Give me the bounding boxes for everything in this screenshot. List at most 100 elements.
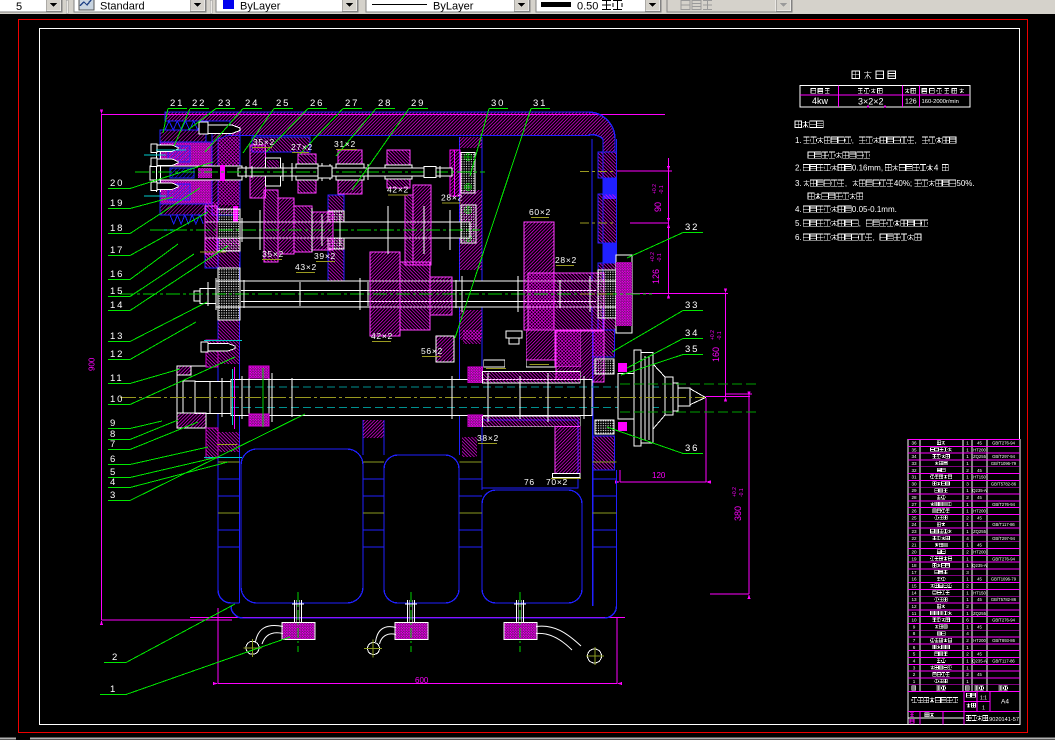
svg-text:2: 2 bbox=[112, 652, 119, 663]
svg-text:45: 45 bbox=[977, 624, 982, 629]
svg-text:ZQ255: ZQ255 bbox=[973, 454, 986, 459]
svg-text:33: 33 bbox=[685, 300, 699, 311]
svg-text:76: 76 bbox=[524, 477, 535, 487]
svg-text:,: , bbox=[852, 138, 854, 145]
svg-text:0.05-0.1mm.: 0.05-0.1mm. bbox=[852, 205, 897, 214]
svg-text:GB/T117-86: GB/T117-86 bbox=[992, 522, 1015, 527]
svg-text:3: 3 bbox=[913, 665, 916, 670]
svg-text:45: 45 bbox=[977, 672, 982, 677]
svg-text:1: 1 bbox=[966, 509, 969, 514]
svg-text:23: 23 bbox=[911, 529, 917, 534]
svg-text:32: 32 bbox=[685, 222, 699, 233]
svg-text:39×2: 39×2 bbox=[314, 251, 336, 261]
svg-text:38×2: 38×2 bbox=[477, 433, 499, 443]
svg-text:35×2: 35×2 bbox=[262, 249, 284, 259]
svg-text:ByLayer: ByLayer bbox=[240, 1, 281, 13]
svg-text:GB/T276-94: GB/T276-94 bbox=[992, 441, 1015, 446]
svg-text:1: 1 bbox=[966, 475, 969, 480]
svg-text:1: 1 bbox=[982, 706, 985, 712]
svg-text:Q235-A: Q235-A bbox=[972, 563, 987, 568]
svg-text:+0.2: +0.2 bbox=[710, 330, 716, 340]
svg-text:29: 29 bbox=[911, 488, 917, 493]
svg-text:2: 2 bbox=[966, 515, 969, 520]
svg-text:23: 23 bbox=[218, 98, 232, 109]
svg-text:1: 1 bbox=[966, 454, 969, 459]
svg-text:,: , bbox=[859, 221, 861, 228]
svg-text:1: 1 bbox=[966, 590, 969, 595]
svg-text:GB/T297-94: GB/T297-94 bbox=[992, 536, 1015, 541]
svg-text:30: 30 bbox=[491, 98, 505, 109]
svg-text:1: 1 bbox=[966, 441, 969, 446]
svg-text:14: 14 bbox=[110, 300, 124, 311]
svg-text:+0.2: +0.2 bbox=[732, 487, 738, 497]
svg-text:380: 380 bbox=[733, 506, 743, 521]
svg-text:32: 32 bbox=[911, 468, 917, 473]
svg-text:Q235-A: Q235-A bbox=[972, 488, 987, 493]
svg-text:2: 2 bbox=[966, 549, 969, 554]
svg-text:2.: 2. bbox=[795, 164, 802, 173]
svg-text:45: 45 bbox=[977, 652, 982, 657]
svg-text:24: 24 bbox=[245, 98, 259, 109]
svg-text:5: 5 bbox=[913, 652, 916, 657]
svg-text:Standard: Standard bbox=[100, 1, 145, 13]
svg-text:8: 8 bbox=[913, 631, 916, 636]
svg-text:A4: A4 bbox=[1001, 699, 1009, 706]
svg-text:28: 28 bbox=[378, 98, 392, 109]
svg-text:11: 11 bbox=[110, 373, 123, 384]
svg-text:4: 4 bbox=[110, 477, 117, 488]
svg-text:45: 45 bbox=[977, 441, 982, 446]
svg-text:GB/T276-94: GB/T276-94 bbox=[992, 502, 1015, 507]
svg-text:36: 36 bbox=[911, 441, 917, 446]
svg-text:3: 3 bbox=[966, 570, 969, 575]
svg-text:6: 6 bbox=[913, 645, 916, 650]
svg-text:2: 2 bbox=[966, 495, 969, 500]
svg-text:9: 9 bbox=[913, 624, 916, 629]
svg-text:4: 4 bbox=[966, 536, 969, 541]
svg-text:HT150: HT150 bbox=[973, 475, 986, 480]
svg-text:19: 19 bbox=[911, 556, 917, 561]
svg-text:1: 1 bbox=[966, 658, 969, 663]
svg-text:35: 35 bbox=[911, 447, 917, 452]
svg-text:45: 45 bbox=[977, 515, 982, 520]
svg-text:28×2: 28×2 bbox=[555, 255, 577, 265]
svg-text:45: 45 bbox=[977, 543, 982, 548]
svg-text:43×2: 43×2 bbox=[295, 262, 317, 272]
svg-text:1: 1 bbox=[110, 684, 117, 695]
svg-text:56×2: 56×2 bbox=[421, 346, 443, 356]
svg-text:17: 17 bbox=[911, 570, 917, 575]
svg-text:1: 1 bbox=[966, 447, 969, 452]
svg-text:16: 16 bbox=[110, 269, 124, 280]
svg-text:160-2000r/min: 160-2000r/min bbox=[922, 99, 959, 105]
svg-text:3: 3 bbox=[110, 490, 117, 501]
svg-text:-0.1: -0.1 bbox=[657, 253, 663, 262]
svg-text:1: 1 bbox=[966, 488, 969, 493]
svg-text:7: 7 bbox=[110, 439, 117, 450]
svg-text:31: 31 bbox=[533, 98, 547, 109]
svg-text:ByLayer: ByLayer bbox=[433, 1, 474, 13]
svg-text:5.: 5. bbox=[795, 219, 802, 228]
svg-text:GB/T5782-86: GB/T5782-86 bbox=[991, 597, 1017, 602]
svg-text:2: 2 bbox=[966, 638, 969, 643]
svg-text:5: 5 bbox=[16, 1, 22, 13]
svg-text:26: 26 bbox=[310, 98, 324, 109]
svg-text:12: 12 bbox=[911, 604, 917, 609]
svg-text:1: 1 bbox=[966, 461, 969, 466]
svg-text:GB/T297-94: GB/T297-94 bbox=[992, 454, 1015, 459]
svg-text:3×2×2: 3×2×2 bbox=[858, 97, 884, 107]
svg-text:1.: 1. bbox=[795, 136, 802, 145]
svg-text:31×2: 31×2 bbox=[334, 139, 356, 149]
svg-text:45: 45 bbox=[977, 597, 982, 602]
svg-text:4: 4 bbox=[966, 631, 969, 636]
svg-text:GB/T1096-79: GB/T1096-79 bbox=[991, 577, 1017, 582]
svg-text:35×2: 35×2 bbox=[253, 137, 275, 147]
svg-text:ZQ255: ZQ255 bbox=[973, 611, 986, 616]
svg-text:1: 1 bbox=[966, 529, 969, 534]
svg-text:70×2: 70×2 bbox=[546, 477, 568, 487]
svg-text:40%;: 40%; bbox=[894, 179, 912, 188]
svg-text:GB/T893-86: GB/T893-86 bbox=[992, 638, 1015, 643]
svg-text:0.50: 0.50 bbox=[577, 1, 598, 13]
svg-text:28: 28 bbox=[911, 495, 917, 500]
svg-text:6.: 6. bbox=[795, 233, 802, 242]
svg-text:10: 10 bbox=[911, 618, 917, 623]
svg-text:1: 1 bbox=[966, 679, 969, 684]
